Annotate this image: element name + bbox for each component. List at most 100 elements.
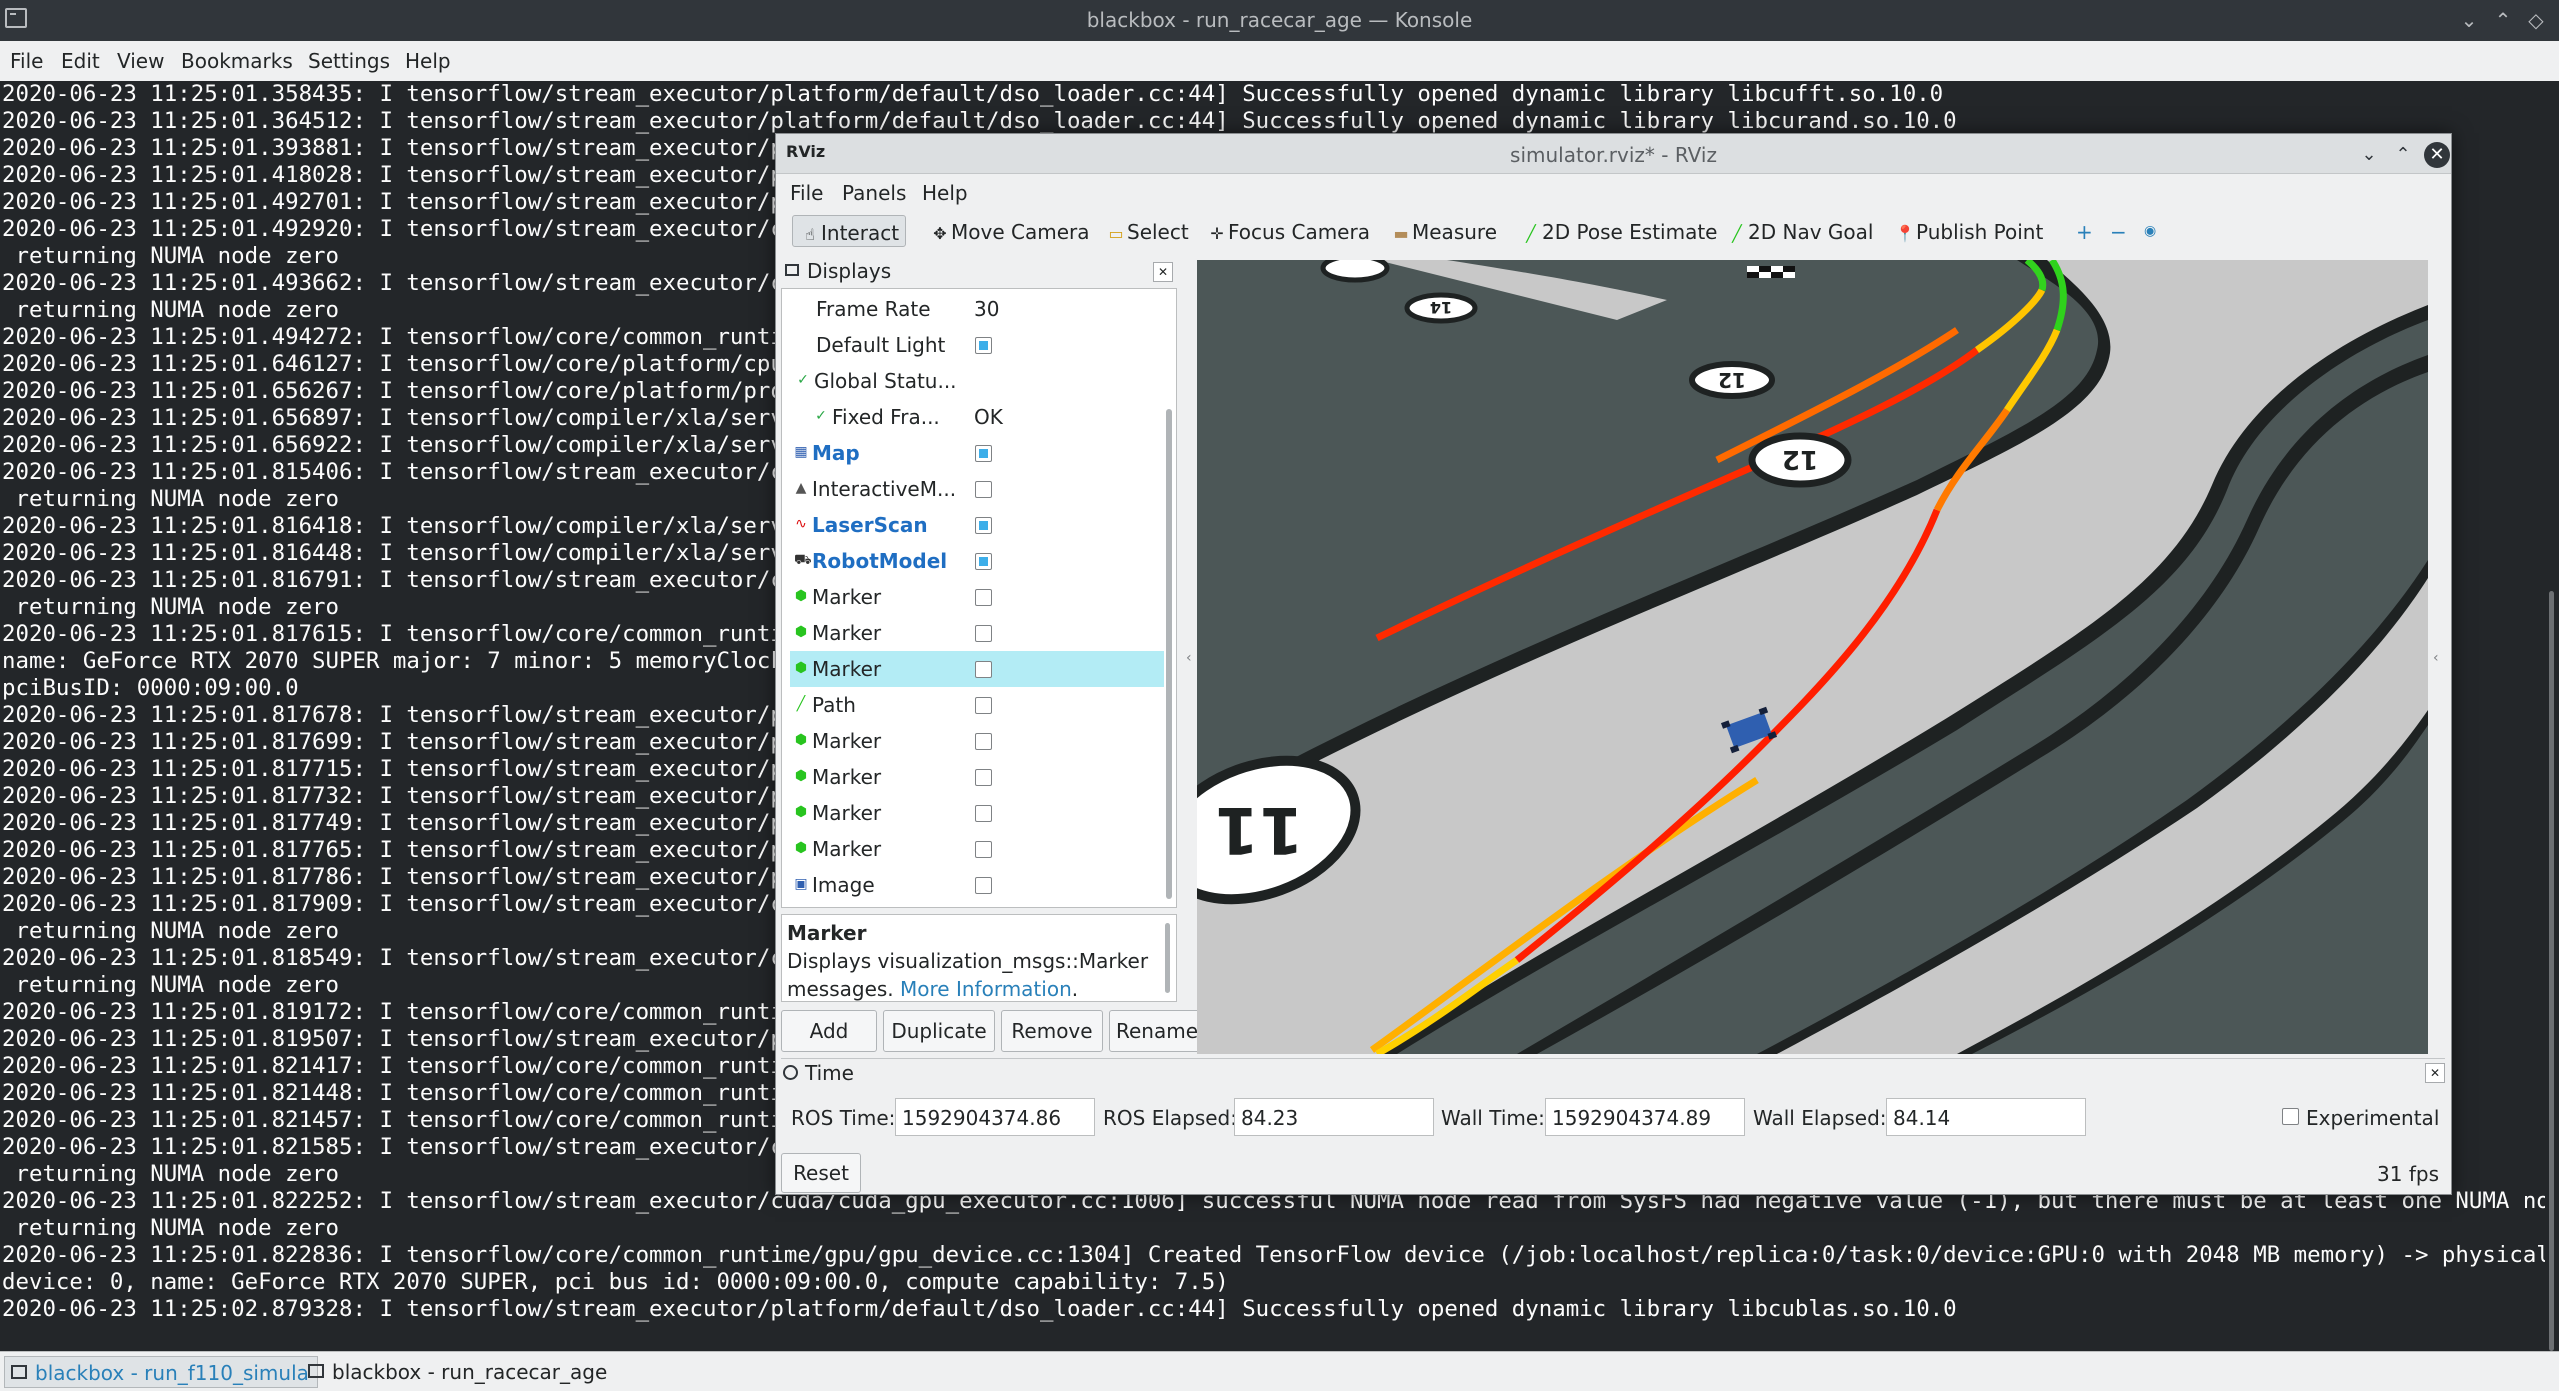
rviz-menu-file[interactable]: File [790,181,823,205]
collapse-right-icon[interactable]: ‹ [2433,650,2439,666]
display-enable-checkbox[interactable] [975,733,992,750]
display-enable-checkbox[interactable] [975,589,992,606]
terminal-line: 2020-06-23 11:25:01.819172: I tensorflow… [2,999,811,1025]
time-title: Time [805,1061,854,1085]
display-enable-checkbox[interactable] [975,661,992,678]
minimize-icon[interactable]: ⌄ [2455,6,2483,34]
measure-tool[interactable]: ▬ Measure [1384,215,1503,247]
reset-button[interactable]: Reset [781,1153,861,1193]
display-row[interactable]: ✓ Global Statu... [790,363,1164,399]
display-row[interactable]: Default Light [790,327,1164,363]
display-row[interactable]: ▣ Image [790,867,1164,903]
panel-close-icon[interactable]: ✕ [2425,1063,2445,1083]
focus-camera-tool[interactable]: ✛ Focus Camera [1200,215,1376,247]
display-row[interactable]: ⬢ Marker [790,651,1164,687]
ros-elapsed-field[interactable]: 84.23 [1234,1098,1434,1136]
menu-file[interactable]: File [10,49,43,73]
display-row[interactable]: Frame Rate 30 [790,291,1164,327]
display-row[interactable]: ⬢ Marker [790,723,1164,759]
publish-point-tool[interactable]: 📍Publish Point [1888,215,2049,247]
maximize-icon[interactable]: ⌃ [2489,6,2517,34]
add-tool-icon[interactable]: + [2070,215,2099,247]
display-row[interactable]: ✓ Fixed Fra... OK [790,399,1164,435]
display-enable-checkbox[interactable] [975,445,992,462]
tab-label: blackbox - run_racecar_age [332,1360,608,1384]
tab-run-f110-simula[interactable]: blackbox - run_f110_simula [4,1356,318,1388]
display-enable-checkbox[interactable] [975,625,992,642]
more-information-link[interactable]: More Information [900,977,1072,1001]
duplicate-button[interactable]: Duplicate [883,1010,995,1052]
display-row[interactable]: ⬢ Marker [790,795,1164,831]
right-splitter[interactable]: ‹ [2431,260,2443,1054]
display-row-value[interactable]: OK [974,405,1003,429]
display-row[interactable]: ▦ Map [790,435,1164,471]
display-enable-checkbox[interactable] [975,697,992,714]
menu-edit[interactable]: Edit [61,49,100,73]
display-row[interactable]: ⬢ Marker [790,831,1164,867]
rviz-titlebar[interactable]: RViz simulator.rviz* - RViz ⌄ ⌃ ✕ [776,134,2451,174]
menu-view[interactable]: View [117,49,164,73]
experimental-checkbox[interactable] [2282,1108,2299,1125]
display-enable-checkbox[interactable] [975,841,992,858]
panel-close-icon[interactable]: ✕ [1153,262,1173,282]
description-scrollbar[interactable] [1165,923,1170,993]
minimize-icon[interactable]: ⌄ [2356,142,2382,168]
terminal-scrollbar-thumb[interactable] [2549,591,2554,1351]
rviz-window: RViz simulator.rviz* - RViz ⌄ ⌃ ✕ File P… [775,133,2452,1195]
terminal-scrollbar[interactable] [2545,81,2559,1351]
display-row[interactable]: ⬢ Marker [790,615,1164,651]
move-camera-tool[interactable]: ✥ Move Camera [923,215,1095,247]
check-icon: ✓ [815,408,827,424]
menu-bookmarks[interactable]: Bookmarks [181,49,293,73]
2d-nav-goal-tool[interactable]: ╱ 2D Nav Goal [1720,215,1879,247]
wall-time-field[interactable]: 1592904374.89 [1545,1098,1745,1136]
konsole-titlebar[interactable]: blackbox - run_racecar_age — Konsole ⌄ ⌃… [0,0,2559,41]
terminal-line: 2020-06-23 11:25:01.816418: I tensorflow… [2,513,798,539]
marker-icon: ⬢ [794,624,808,640]
terminal-line: returning NUMA node zero [2,1161,340,1187]
display-enable-checkbox[interactable] [975,517,992,534]
ros-time-field[interactable]: 1592904374.86 [895,1098,1095,1136]
marker-icon: ⬢ [794,732,808,748]
display-row[interactable]: ▲ InteractiveM... [790,471,1164,507]
terminal-line: 2020-06-23 11:25:02.879328: I tensorflow… [2,1296,1957,1322]
display-row[interactable]: ╱ Path [790,687,1164,723]
close-icon[interactable]: ✕ [2424,142,2450,168]
display-row-label: Path [812,693,856,717]
3d-render-view[interactable]: 14 12 12 11 [1197,260,2428,1054]
display-enable-checkbox[interactable] [975,337,992,354]
menu-help[interactable]: Help [405,49,451,73]
rviz-menu-panels[interactable]: Panels [842,181,906,205]
rviz-menu-help[interactable]: Help [922,181,968,205]
select-tool[interactable]: ▭ Select [1099,215,1195,247]
terminal-line: pciBusID: 0000:09:00.0 [2,675,299,701]
display-row[interactable]: ⬢ Marker [790,579,1164,615]
displays-tree[interactable]: Frame Rate 30 Default Light ✓ Global Statu..… [781,288,1177,908]
display-row-label: Map [812,441,860,465]
display-row[interactable]: ∿ LaserScan [790,507,1164,543]
collapse-left-icon[interactable]: ‹ [1186,650,1192,666]
display-enable-checkbox[interactable] [975,481,992,498]
display-enable-checkbox[interactable] [975,805,992,822]
display-enable-checkbox[interactable] [975,769,992,786]
2d-pose-estimate-tool[interactable]: ╱ 2D Pose Estimate [1514,215,1724,247]
remove-tool-icon[interactable]: − [2104,215,2133,247]
keep-above-icon[interactable]: ◇ [2522,6,2550,34]
wall-elapsed-field[interactable]: 84.14 [1886,1098,2086,1136]
menu-settings[interactable]: Settings [308,49,390,73]
add-button[interactable]: Add [781,1010,877,1052]
display-row-label: Marker [812,585,882,609]
maximize-icon[interactable]: ⌃ [2390,142,2416,168]
display-row-value[interactable]: 30 [974,297,999,321]
display-enable-checkbox[interactable] [975,553,992,570]
display-row[interactable]: ⛟ RobotModel [790,543,1164,579]
left-splitter[interactable]: ‹ [1184,260,1196,1054]
display-enable-checkbox[interactable] [975,877,992,894]
tab-run-racecar-age[interactable]: blackbox - run_racecar_age [302,1356,615,1388]
displays-scrollbar[interactable] [1166,409,1172,899]
interact-tool[interactable]: ☝ Interact [792,215,907,247]
description-title: Marker [787,921,867,945]
display-row[interactable]: ⬢ Marker [790,759,1164,795]
remove-button[interactable]: Remove [1001,1010,1103,1052]
tool-properties-icon[interactable]: ◉ [2138,215,2162,247]
